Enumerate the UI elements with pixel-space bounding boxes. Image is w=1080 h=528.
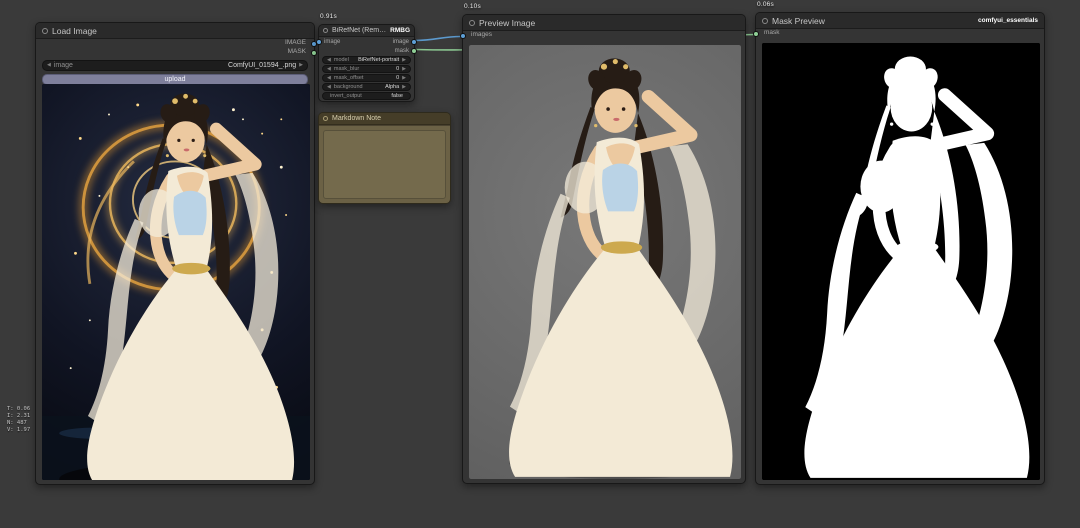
- mask-offset-widget[interactable]: ◀ mask_offset 0 ▶: [322, 74, 411, 82]
- figure-mask-silhouette: [804, 57, 1029, 478]
- node-birefnet-rmbg[interactable]: BiRefNet (RemBG) RMBG image image mask ◀…: [318, 24, 415, 102]
- decrement-arrow-icon[interactable]: ◀: [327, 67, 331, 72]
- node-markdown-note[interactable]: Markdown Note: [318, 112, 451, 204]
- node-title: Preview Image: [479, 18, 535, 28]
- node-pack-badge: comfyui_essentials: [978, 17, 1038, 24]
- collapse-dot-icon[interactable]: [42, 28, 48, 34]
- node-graph-canvas[interactable]: Load Image IMAGE MASK ◀ image ComfyUI_01…: [0, 0, 1080, 528]
- decrement-arrow-icon[interactable]: ◀: [47, 63, 51, 68]
- node-title: Mask Preview: [772, 16, 825, 26]
- node-title-bar[interactable]: Mask Preview comfyui_essentials: [756, 13, 1044, 29]
- background-combo-widget[interactable]: ◀ background Alpha ▶: [322, 83, 411, 91]
- output-row-image: IMAGE: [36, 39, 314, 48]
- collapse-dot-icon[interactable]: [323, 116, 328, 121]
- increment-arrow-icon[interactable]: ▶: [402, 85, 406, 90]
- node-mask-preview[interactable]: Mask Preview comfyui_essentials mask: [755, 12, 1045, 485]
- node-load-image[interactable]: Load Image IMAGE MASK ◀ image ComfyUI_01…: [35, 22, 315, 485]
- figure-silhouette: [509, 58, 732, 477]
- exec-time-badge: 0.06s: [757, 1, 774, 8]
- slot-image-output[interactable]: [411, 39, 417, 45]
- node-title-bar[interactable]: Load Image: [36, 23, 314, 39]
- node-title: Load Image: [52, 26, 97, 36]
- exec-time-badge: 0.10s: [464, 3, 481, 10]
- figure-silhouette: [87, 93, 294, 480]
- model-combo-widget[interactable]: ◀ model BiRefNet-portrait ▶: [322, 56, 411, 64]
- collapse-dot-icon[interactable]: [762, 18, 768, 24]
- node-title-bar[interactable]: Preview Image: [463, 15, 745, 31]
- increment-arrow-icon[interactable]: ▶: [402, 58, 406, 63]
- node-title: Markdown Note: [332, 115, 381, 122]
- mask-blur-widget[interactable]: ◀ mask_blur 0 ▶: [322, 65, 411, 73]
- decrement-arrow-icon[interactable]: ◀: [327, 58, 331, 63]
- slot-mask-input[interactable]: [753, 31, 759, 37]
- slot-mask-output[interactable]: [411, 48, 417, 54]
- debug-line: V: 1.97: [7, 427, 30, 434]
- debug-overlay: T: 0.06 I: 2.31 N: 487 V: 1.97: [7, 406, 30, 434]
- collapse-dot-icon[interactable]: [323, 28, 328, 33]
- slot-image-input[interactable]: [316, 39, 322, 45]
- increment-arrow-icon[interactable]: ▶: [299, 63, 303, 68]
- decrement-arrow-icon[interactable]: ◀: [327, 85, 331, 90]
- node-title-bar[interactable]: Markdown Note: [319, 113, 450, 125]
- wire-rmbg-to-preview: [415, 37, 461, 41]
- collapse-dot-icon[interactable]: [469, 20, 475, 26]
- mask-preview-output: [762, 43, 1040, 480]
- debug-line: T: 0.06: [7, 406, 30, 413]
- node-title: BiRefNet (RemBG): [332, 27, 386, 34]
- input-row-images: images: [463, 31, 745, 40]
- decrement-arrow-icon[interactable]: ◀: [327, 76, 331, 81]
- debug-line: N: 487: [7, 420, 30, 427]
- node-preview-image[interactable]: Preview Image images: [462, 14, 746, 484]
- slot-mask-output[interactable]: [311, 50, 317, 56]
- increment-arrow-icon[interactable]: ▶: [402, 76, 406, 81]
- output-row-mask: MASK: [36, 48, 314, 57]
- slot-images-input[interactable]: [460, 33, 466, 39]
- exec-time-badge: 0.91s: [320, 13, 337, 20]
- invert-output-toggle[interactable]: invert_output false: [322, 92, 411, 100]
- note-content[interactable]: [323, 130, 446, 199]
- io-row-image: image image: [319, 37, 414, 46]
- input-row-mask: mask: [756, 29, 1044, 38]
- debug-line: I: 2.31: [7, 413, 30, 420]
- widget-value: ComfyUI_01594_.png: [228, 62, 296, 69]
- widget-label: image: [54, 62, 73, 69]
- loaded-image-preview: [42, 84, 310, 480]
- output-row-mask: mask: [319, 46, 414, 55]
- image-combo-widget[interactable]: ◀ image ComfyUI_01594_.png ▶: [42, 60, 308, 71]
- note-body[interactable]: [319, 126, 450, 203]
- node-title-bar[interactable]: BiRefNet (RemBG) RMBG: [319, 25, 414, 37]
- preview-image-output: [469, 45, 741, 479]
- increment-arrow-icon[interactable]: ▶: [402, 67, 406, 72]
- node-pack-badge: RMBG: [390, 27, 410, 34]
